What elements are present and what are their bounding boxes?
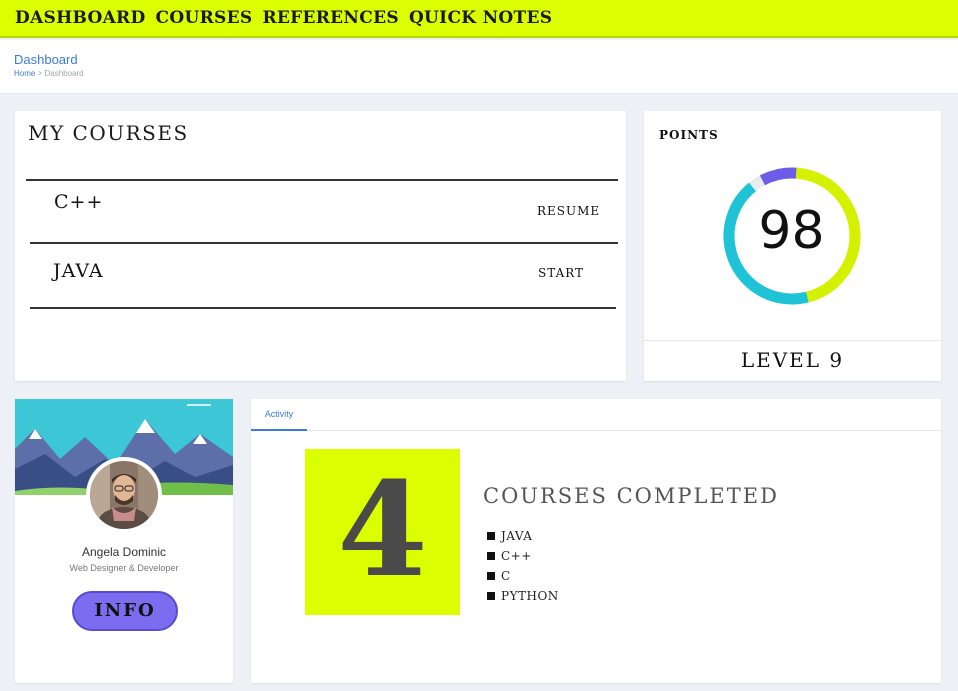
- divider: [30, 242, 618, 244]
- courses-completed-count: 4: [337, 453, 428, 606]
- divider: [644, 340, 941, 341]
- completed-course-name: JAVA: [501, 529, 533, 543]
- avatar-photo: [90, 461, 158, 529]
- nav-courses[interactable]: COURSES: [156, 8, 253, 28]
- level-label: LEVEL 9: [740, 348, 845, 372]
- square-bullet-icon: [487, 572, 495, 580]
- divider: [26, 179, 618, 181]
- resume-button[interactable]: RESUME: [537, 204, 600, 218]
- breadcrumb-home-link[interactable]: Home: [14, 69, 35, 78]
- points-value: 98: [758, 201, 825, 261]
- nav-quick-notes[interactable]: QUICK NOTES: [409, 8, 552, 28]
- page-title: Dashboard: [14, 52, 78, 67]
- breadcrumb-current: Dashboard: [44, 69, 84, 78]
- square-bullet-icon: [487, 592, 495, 600]
- list-item: C++: [487, 546, 559, 566]
- list-item: PYTHON: [487, 586, 559, 606]
- my-courses-card: MY COURSES C++ RESUME JAVA START: [15, 111, 626, 381]
- list-item: C: [487, 566, 559, 586]
- courses-completed-count-box: 4: [305, 449, 460, 615]
- completed-course-name: C++: [501, 549, 532, 563]
- completed-courses-list: JAVA C++ C PYTHON: [487, 526, 559, 606]
- activity-card: Activity 4 COURSES COMPLETED JAVA C++ C …: [251, 399, 941, 683]
- info-button[interactable]: INFO: [72, 591, 178, 631]
- square-bullet-icon: [487, 532, 495, 540]
- my-courses-heading: MY COURSES: [28, 121, 189, 145]
- start-button[interactable]: START: [538, 266, 584, 280]
- course-name-cpp[interactable]: C++: [54, 191, 103, 213]
- nav-dashboard[interactable]: DASHBOARD: [15, 8, 146, 28]
- completed-course-name: PYTHON: [501, 589, 559, 603]
- nav-references[interactable]: REFERENCES: [262, 8, 399, 28]
- profile-name: Angela Dominic: [81, 545, 167, 559]
- breadcrumb: Home > Dashboard: [14, 69, 84, 78]
- points-label: POINTS: [659, 128, 719, 142]
- square-bullet-icon: [487, 552, 495, 560]
- points-card: POINTS 98 LEVEL 9: [644, 111, 941, 381]
- page-header: Dashboard Home > Dashboard: [0, 40, 958, 94]
- completed-course-name: C: [501, 569, 511, 583]
- top-nav-bar: DASHBOARD COURSES REFERENCES QUICK NOTES: [0, 0, 958, 38]
- divider: [30, 307, 616, 309]
- course-name-java[interactable]: JAVA: [53, 260, 104, 282]
- courses-completed-title: COURSES COMPLETED: [483, 484, 779, 508]
- profile-card: Angela Dominic Web Designer & Developer …: [15, 399, 233, 683]
- profile-role: Web Designer & Developer: [69, 563, 179, 573]
- breadcrumb-separator: >: [37, 69, 43, 78]
- tab-bar: Activity: [251, 399, 941, 431]
- tab-activity[interactable]: Activity: [251, 399, 307, 431]
- avatar: [86, 457, 162, 533]
- list-item: JAVA: [487, 526, 559, 546]
